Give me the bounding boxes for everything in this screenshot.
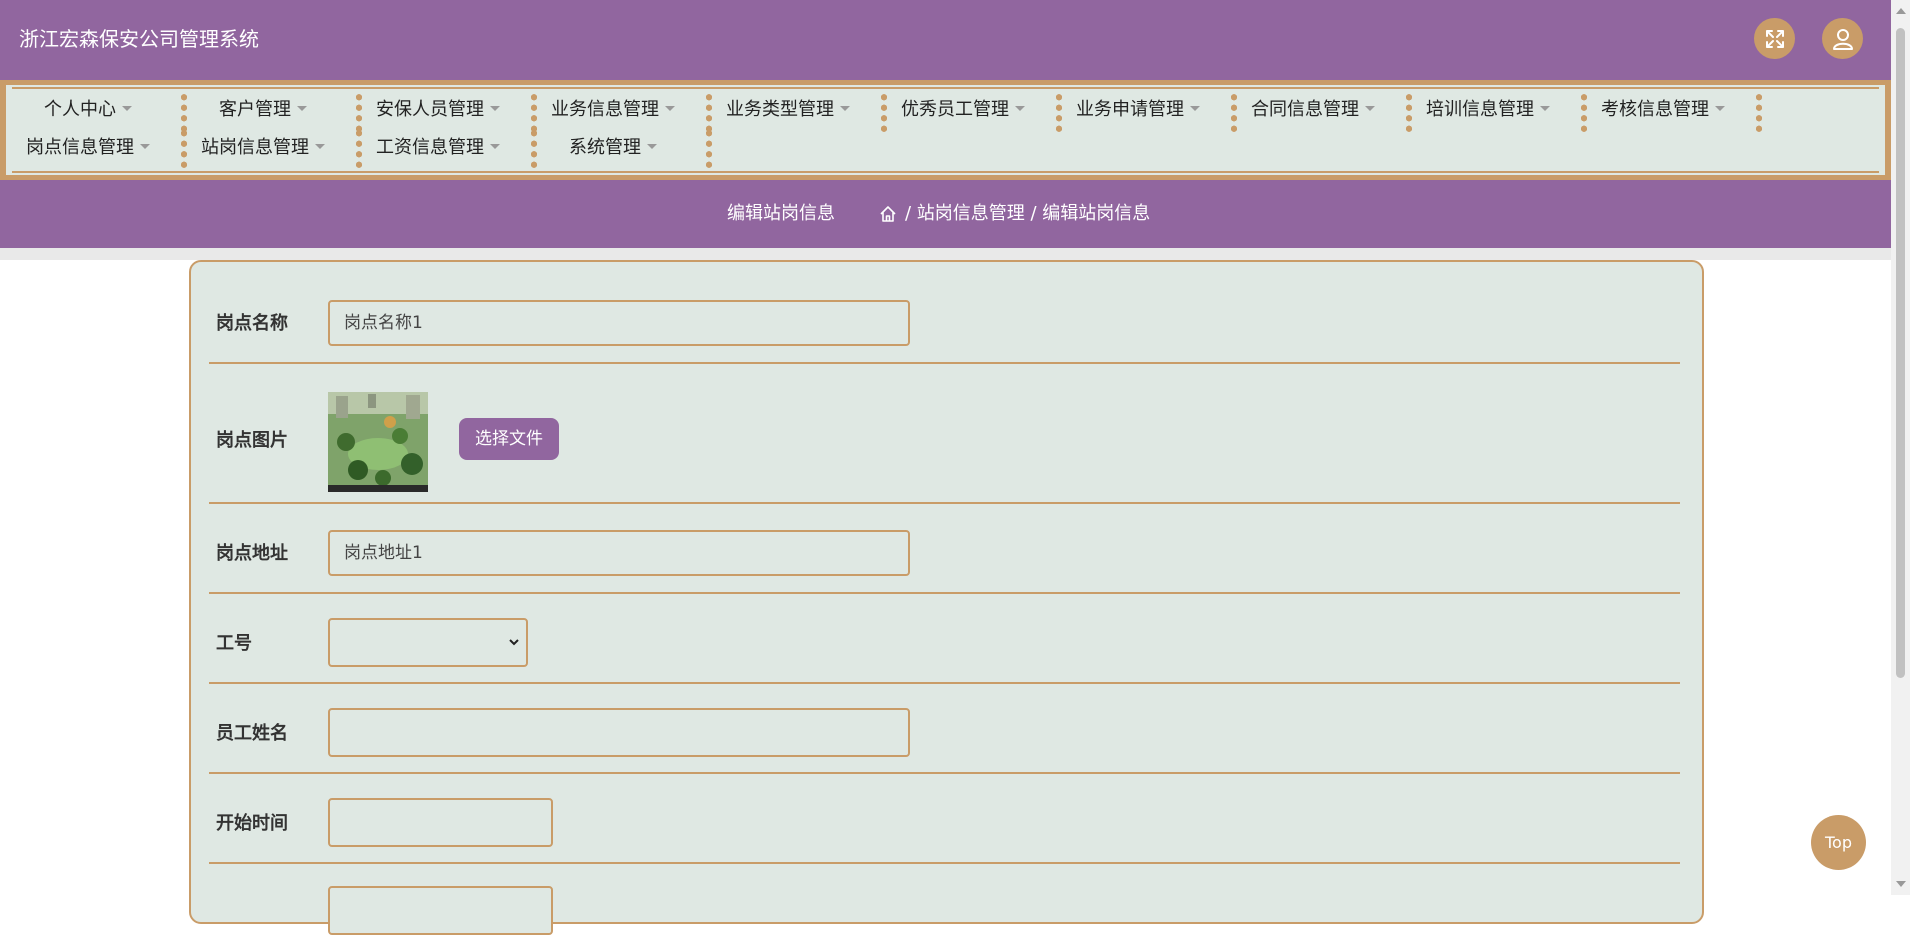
nav-item-post-info[interactable]: 岗点信息管理 [4,133,172,163]
employee-no-select[interactable] [328,618,528,667]
nav-label: 合同信息管理 [1251,99,1359,120]
caret-down-icon [1190,105,1200,111]
form-row-post-address: 岗点地址 岗点地址1 [209,504,1680,594]
nav-item-guard-duty[interactable]: 站岗信息管理 [179,133,347,163]
nav-label: 个人中心 [44,99,116,120]
nav-item-customer[interactable]: 客户管理 [179,95,347,125]
caret-down-icon [315,143,325,149]
post-address-label: 岗点地址 [216,543,288,564]
fullscreen-button[interactable] [1754,18,1795,59]
breadcrumb-path[interactable]: / 站岗信息管理 / 编辑站岗信息 [905,202,1150,226]
nav-label: 业务信息管理 [551,99,659,120]
main-nav: 个人中心 客户管理 安保人员管理 业务信息管理 业务类型管理 优秀员工管理 业务… [0,80,1891,180]
app-title: 浙江宏森保安公司管理系统 [19,27,259,51]
nav-item-business-application[interactable]: 业务申请管理 [1054,95,1222,125]
nav-item-security-staff[interactable]: 安保人员管理 [354,95,522,125]
home-icon[interactable] [879,205,897,223]
breadcrumb: / 站岗信息管理 / 编辑站岗信息 [879,202,1150,226]
nav-label: 工资信息管理 [376,137,484,158]
nav-item-personal-center[interactable]: 个人中心 [4,95,172,125]
breadcrumb-bar: 编辑站岗信息 / 站岗信息管理 / 编辑站岗信息 [0,180,1891,248]
caret-down-icon [1715,105,1725,111]
post-address-input[interactable]: 岗点地址1 [328,530,910,576]
caret-down-icon [647,143,657,149]
nav-label: 站岗信息管理 [201,137,309,158]
next-field-input[interactable] [328,886,553,935]
nav-label: 客户管理 [219,99,291,120]
nav-label: 安保人员管理 [376,99,484,120]
chevron-down-icon [509,639,519,646]
nav-item-business-info[interactable]: 业务信息管理 [529,95,697,125]
caret-down-icon [1365,105,1375,111]
form-row-post-name: 岗点名称 岗点名称1 [209,274,1680,364]
caret-down-icon [1015,105,1025,111]
caret-down-icon [297,105,307,111]
expand-icon [1765,29,1784,48]
nav-separator [1756,92,1762,134]
employee-name-input[interactable] [328,708,910,757]
page-title: 编辑站岗信息 [727,203,835,224]
post-name-label: 岗点名称 [216,313,288,334]
nav-item-business-type[interactable]: 业务类型管理 [704,95,872,125]
nav-item-contract-info[interactable]: 合同信息管理 [1229,95,1397,125]
nav-item-training-info[interactable]: 培训信息管理 [1404,95,1572,125]
nav-item-assessment-info[interactable]: 考核信息管理 [1579,95,1747,125]
user-icon [1832,28,1853,50]
top-header: 浙江宏森保安公司管理系统 [0,0,1891,80]
nav-item-salary-info[interactable]: 工资信息管理 [354,133,522,163]
nav-separator [706,128,712,170]
nav-label: 业务类型管理 [726,99,834,120]
nav-item-system[interactable]: 系统管理 [529,133,697,163]
scroll-down-arrow-icon[interactable] [1896,881,1906,887]
nav-label: 业务申请管理 [1076,99,1184,120]
start-time-input[interactable] [328,798,553,847]
employee-name-label: 员工姓名 [216,723,288,744]
nav-label: 岗点信息管理 [26,137,134,158]
nav-label: 考核信息管理 [1601,99,1709,120]
start-time-label: 开始时间 [216,813,288,834]
content-top-strip [0,248,1891,260]
form-row-post-image: 岗点图片 选择文件 [209,364,1680,504]
post-image-label: 岗点图片 [216,430,288,451]
caret-down-icon [490,105,500,111]
user-button[interactable] [1822,18,1863,59]
post-image-thumbnail [328,392,428,492]
caret-down-icon [1540,105,1550,111]
caret-down-icon [840,105,850,111]
form-row-start-time: 开始时间 [209,774,1680,864]
form-row-employee-no: 工号 [209,594,1680,684]
nav-item-excellent-staff[interactable]: 优秀员工管理 [879,95,1047,125]
choose-file-button[interactable]: 选择文件 [459,418,559,460]
page-scrollbar[interactable] [1891,0,1910,895]
post-name-input[interactable]: 岗点名称1 [328,300,910,346]
nav-label: 系统管理 [569,137,641,158]
nav-label: 优秀员工管理 [901,99,1009,120]
employee-no-label: 工号 [216,633,252,654]
back-to-top-button[interactable]: Top [1811,815,1866,870]
nav-label: 培训信息管理 [1426,99,1534,120]
caret-down-icon [140,143,150,149]
scroll-up-arrow-icon[interactable] [1896,8,1906,14]
caret-down-icon [122,105,132,111]
scrollbar-thumb[interactable] [1896,28,1905,678]
caret-down-icon [490,143,500,149]
caret-down-icon [665,105,675,111]
form-row-employee-name: 员工姓名 [209,684,1680,774]
